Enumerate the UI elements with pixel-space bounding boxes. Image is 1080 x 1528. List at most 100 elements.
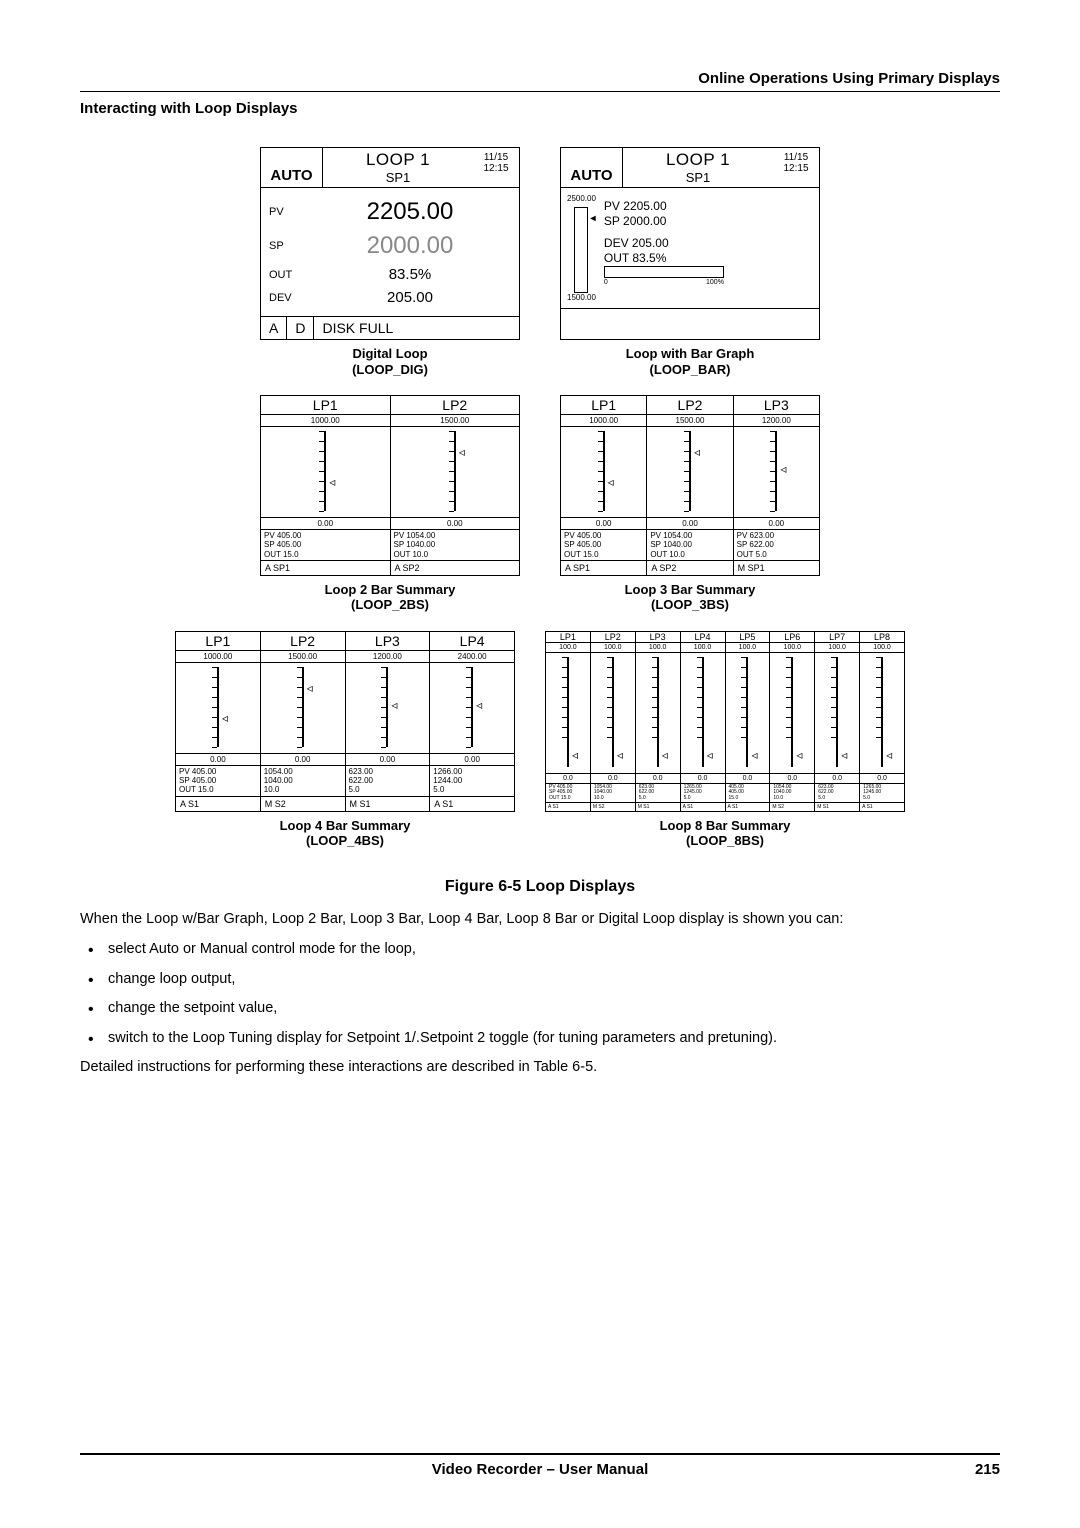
bargraph-datetime: 11/15 12:15 (773, 148, 819, 187)
summary-column: LP1100.0◃0.0PV 405.00SP 405.00OUT 15.0A … (546, 632, 591, 812)
figure-caption: Figure 6-5 Loop Displays (80, 878, 1000, 896)
pointer-icon: ◃ (751, 748, 757, 762)
scale-high: 100.0 (770, 643, 814, 653)
scale-high: 1000.00 (561, 415, 646, 427)
column-mode: A SP1 (261, 560, 390, 575)
scale-high: 100.0 (681, 643, 725, 653)
scale-high: 1000.00 (261, 415, 390, 427)
scale-low: 0.0 (546, 773, 590, 783)
bullet-item: change loop output, (108, 970, 1000, 990)
summary-column: LP5100.0◃0.0405.00405.0015.0A S1 (726, 632, 771, 812)
column-mode: A S1 (726, 802, 770, 811)
column-values: PV 405.00SP 405.00OUT 15.0 (561, 529, 646, 560)
digital-loop-panel: AUTO LOOP 1 SP1 11/15 12:15 PV2205.00 SP… (260, 147, 520, 340)
bar-graph: ◃ (430, 663, 514, 753)
column-values: 1054.001040.0010.0 (591, 783, 635, 803)
scale-high: 100.0 (591, 643, 635, 653)
scale-low: 0.00 (430, 753, 514, 765)
pointer-icon: ◃ (329, 475, 335, 489)
summary-column: LP3100.0◃0.0623.00622.005.0M S1 (636, 632, 681, 812)
scale-high: 1500.00 (261, 651, 345, 663)
column-values: 623.00622.005.0 (346, 765, 430, 796)
bargraph-caption: Loop with Bar Graph(LOOP_BAR) (560, 346, 820, 377)
column-values: PV 1054.00SP 1040.00OUT 10.0 (647, 529, 732, 560)
column-header: LP7 (815, 632, 859, 643)
bar-graph: ◃ (636, 653, 680, 773)
pointer-icon: ◃ (572, 748, 578, 762)
column-mode: M S2 (591, 802, 635, 811)
summary-column: LP6100.0◃0.01054.001040.0010.0M S2 (770, 632, 815, 812)
intro-paragraph: When the Loop w/Bar Graph, Loop 2 Bar, L… (80, 910, 1000, 930)
column-header: LP1 (176, 632, 260, 651)
scale-low: 0.00 (261, 753, 345, 765)
page-number: 215 (975, 1461, 1000, 1478)
section-title: Interacting with Loop Displays (80, 100, 1000, 117)
bargraph-scale-lo: 1500.00 (567, 293, 596, 302)
bar-graph: ◃ (815, 653, 859, 773)
bar-graph: ◃ (261, 427, 390, 517)
column-header: LP2 (591, 632, 635, 643)
scale-low: 0.00 (734, 517, 819, 529)
pointer-icon: ◃ (222, 711, 228, 725)
pointer-icon: ◃ (391, 698, 397, 712)
bargraph-info: PV 2205.00 SP 2000.00 DEV 205.00 OUT 83.… (604, 194, 813, 302)
summary-column: LP21500.00◃0.001054.001040.0010.0M S2 (261, 632, 346, 811)
summary-column: LP31200.00◃0.00PV 623.00SP 622.00OUT 5.0… (734, 396, 819, 575)
scale-high: 100.0 (860, 643, 904, 653)
digital-pv-row: PV2205.00 (269, 198, 511, 226)
loop2bs-caption: Loop 2 Bar Summary(LOOP_2BS) (260, 582, 520, 613)
bar-graph: ◃ (770, 653, 814, 773)
scale-low: 0.00 (176, 753, 260, 765)
closing-paragraph: Detailed instructions for performing the… (80, 1058, 1000, 1078)
loop3bs-caption: Loop 3 Bar Summary(LOOP_3BS) (560, 582, 820, 613)
column-header: LP4 (430, 632, 514, 651)
bar-graph: ◃ (734, 427, 819, 517)
column-mode: M S1 (815, 802, 859, 811)
digital-dev-row: DEV205.00 (269, 289, 511, 306)
scale-low: 0.0 (636, 773, 680, 783)
scale-low: 0.00 (561, 517, 646, 529)
bullet-item: switch to the Loop Tuning display for Se… (108, 1029, 1000, 1049)
scale-low: 0.00 (391, 517, 520, 529)
pointer-icon: ◃ (796, 748, 802, 762)
column-header: LP1 (546, 632, 590, 643)
column-header: LP6 (770, 632, 814, 643)
scale-high: 1200.00 (734, 415, 819, 427)
column-header: LP1 (261, 396, 390, 415)
summary-column: LP11000.00◃0.00PV 405.00SP 405.00OUT 15.… (261, 396, 391, 575)
bullet-item: change the setpoint value, (108, 999, 1000, 1019)
column-values: PV 1054.00SP 1040.00OUT 10.0 (391, 529, 520, 560)
digital-auto: AUTO (261, 148, 323, 187)
summary-column: LP21500.00◃0.00PV 1054.00SP 1040.00OUT 1… (647, 396, 733, 575)
bar-graph: ◃ (176, 663, 260, 753)
bargraph-out-bar (604, 266, 724, 278)
column-values: 1054.001040.0010.0 (770, 783, 814, 803)
column-values: 623.00622.005.0 (636, 783, 680, 803)
column-header: LP2 (261, 632, 345, 651)
column-mode: A S1 (681, 802, 725, 811)
column-header: LP3 (636, 632, 680, 643)
loop2bs-panel: LP11000.00◃0.00PV 405.00SP 405.00OUT 15.… (260, 395, 520, 576)
column-values: 405.00405.0015.0 (726, 783, 770, 803)
column-mode: A S1 (860, 802, 904, 811)
column-header: LP3 (346, 632, 430, 651)
digital-datetime: 11/15 12:15 (473, 148, 519, 187)
scale-high: 1000.00 (176, 651, 260, 663)
column-values: 623.00622.005.0 (815, 783, 859, 803)
column-header: LP5 (726, 632, 770, 643)
summary-column: LP42400.00◃0.001266.001244.005.0A S1 (430, 632, 514, 811)
bar-graph: ◃ (860, 653, 904, 773)
footer-title: Video Recorder – User Manual (80, 1461, 1000, 1478)
summary-column: LP7100.0◃0.0623.00622.005.0M S1 (815, 632, 860, 812)
scale-high: 100.0 (815, 643, 859, 653)
bullet-list: select Auto or Manual control mode for t… (80, 940, 1000, 1048)
pointer-icon: ◃ (476, 698, 482, 712)
loop8bs-caption: Loop 8 Bar Summary(LOOP_8BS) (545, 818, 905, 848)
bargraph-auto: AUTO (561, 148, 623, 187)
column-mode: M SP1 (734, 560, 819, 575)
column-mode: M S2 (770, 802, 814, 811)
column-header: LP4 (681, 632, 725, 643)
pointer-icon: ◃ (307, 681, 313, 695)
scale-high: 100.0 (726, 643, 770, 653)
loop4bs-caption: Loop 4 Bar Summary(LOOP_4BS) (175, 818, 515, 848)
